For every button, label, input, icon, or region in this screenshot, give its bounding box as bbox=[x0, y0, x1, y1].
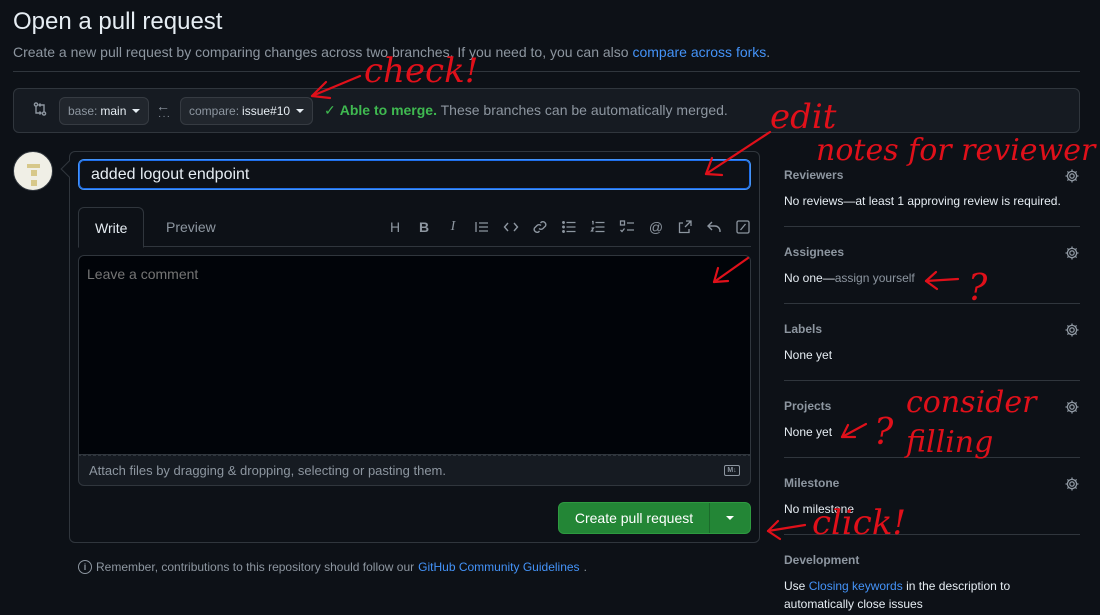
gear-icon[interactable] bbox=[1064, 476, 1080, 492]
code-icon[interactable] bbox=[503, 219, 519, 235]
tab-preview[interactable]: Preview bbox=[150, 207, 232, 247]
assignees-heading[interactable]: Assignees bbox=[784, 245, 844, 259]
development-heading: Development bbox=[784, 553, 860, 567]
community-guidelines-link[interactable]: GitHub Community Guidelines bbox=[418, 560, 579, 574]
cross-reference-icon[interactable] bbox=[677, 219, 693, 235]
remember-end: . bbox=[583, 560, 587, 574]
compare-across-forks-link[interactable]: compare across forks bbox=[632, 44, 766, 60]
community-guidelines-note: i Remember, contributions to this reposi… bbox=[78, 560, 587, 574]
compare-label: compare: bbox=[189, 104, 240, 118]
markdown-toolbar: H B I @ bbox=[387, 217, 751, 237]
bold-icon[interactable]: B bbox=[416, 219, 432, 235]
merge-status-ok: Able to merge. bbox=[339, 102, 437, 118]
development-prefix: Use bbox=[784, 579, 806, 593]
heading-icon[interactable]: H bbox=[387, 219, 403, 235]
sidebar-section-reviewers: Reviewers No reviews—at least 1 approvin… bbox=[784, 150, 1080, 227]
labels-heading[interactable]: Labels bbox=[784, 322, 822, 336]
base-branch-select[interactable]: base: main bbox=[59, 97, 150, 125]
milestone-value: No milestone bbox=[784, 502, 855, 516]
reviewers-heading[interactable]: Reviewers bbox=[784, 168, 843, 182]
header-divider bbox=[13, 71, 1080, 72]
closing-keywords-link[interactable]: Closing keywords bbox=[809, 579, 903, 593]
attach-files-text: Attach files by dragging & dropping, sel… bbox=[89, 463, 446, 478]
tab-write[interactable]: Write bbox=[78, 207, 145, 248]
attach-files-area[interactable]: Attach files by dragging & dropping, sel… bbox=[78, 455, 751, 486]
chevron-down-icon bbox=[296, 109, 305, 113]
ordered-list-icon[interactable] bbox=[590, 219, 606, 235]
check-icon: ✓ bbox=[324, 102, 336, 118]
link-icon[interactable] bbox=[532, 219, 548, 235]
avatar[interactable] bbox=[13, 151, 53, 191]
development-suffix: in the description to bbox=[906, 579, 1011, 593]
sidebar-section-projects: Projects None yet bbox=[784, 381, 1080, 458]
create-pull-request-button-group: Create pull request bbox=[558, 502, 751, 534]
subtitle-end: . bbox=[766, 44, 771, 60]
italic-icon[interactable]: I bbox=[445, 219, 461, 235]
base-value: main bbox=[100, 104, 127, 118]
pr-title-input[interactable] bbox=[78, 159, 751, 190]
compare-bar: base: main ← ··· compare: issue#10 ✓ Able… bbox=[13, 88, 1080, 133]
editor-tabs: Write Preview H B I @ bbox=[78, 207, 751, 248]
gear-icon[interactable] bbox=[1064, 168, 1080, 184]
development-line2: automatically close issues bbox=[784, 597, 923, 611]
assign-yourself-link[interactable]: assign yourself bbox=[835, 271, 915, 285]
task-list-icon[interactable] bbox=[619, 219, 635, 235]
page-title: Open a pull request bbox=[13, 8, 223, 35]
quote-icon[interactable] bbox=[474, 219, 490, 235]
chevron-down-icon bbox=[726, 516, 734, 520]
comment-textarea[interactable] bbox=[78, 255, 751, 455]
reviewers-value: No reviews—at least 1 approving review i… bbox=[784, 194, 1061, 208]
sidebar-section-milestone: Milestone No milestone bbox=[784, 458, 1080, 535]
subtitle-text: Create a new pull request by comparing c… bbox=[13, 44, 629, 60]
reply-icon[interactable] bbox=[706, 219, 722, 235]
assignees-prefix: No one— bbox=[784, 271, 835, 285]
projects-value: None yet bbox=[784, 425, 833, 439]
base-label: base: bbox=[68, 104, 98, 118]
info-icon: i bbox=[78, 560, 92, 574]
git-compare-icon bbox=[32, 101, 48, 117]
slash-commands-icon[interactable] bbox=[735, 219, 751, 235]
create-options-dropdown[interactable] bbox=[710, 503, 750, 533]
page-subtitle: Create a new pull request by comparing c… bbox=[13, 44, 770, 60]
markdown-icon[interactable]: M↓ bbox=[724, 465, 740, 476]
chevron-down-icon bbox=[132, 109, 141, 113]
development-value: Use Closing keywords in the description … bbox=[784, 579, 1010, 593]
create-pull-request-button[interactable]: Create pull request bbox=[559, 503, 710, 533]
projects-heading[interactable]: Projects bbox=[784, 399, 831, 413]
compare-branch-select[interactable]: compare: issue#10 bbox=[180, 97, 314, 125]
sidebar-section-labels: Labels None yet bbox=[784, 304, 1080, 381]
assignees-value: No one—assign yourself bbox=[784, 271, 915, 285]
labels-value: None yet bbox=[784, 348, 833, 362]
merge-status-text: These branches can be automatically merg… bbox=[440, 102, 728, 118]
milestone-heading[interactable]: Milestone bbox=[784, 476, 839, 490]
sidebar-section-assignees: Assignees No one—assign yourself bbox=[784, 227, 1080, 304]
gear-icon[interactable] bbox=[1064, 399, 1080, 415]
remember-text: Remember, contributions to this reposito… bbox=[96, 560, 415, 574]
ellipsis-icon: ··· bbox=[158, 111, 171, 122]
gear-icon[interactable] bbox=[1064, 322, 1080, 338]
merge-status: ✓ Able to merge. These branches can be au… bbox=[324, 102, 728, 119]
unordered-list-icon[interactable] bbox=[561, 219, 577, 235]
gear-icon[interactable] bbox=[1064, 245, 1080, 261]
mention-icon[interactable]: @ bbox=[648, 219, 664, 235]
sidebar-section-development: Development Use Closing keywords in the … bbox=[784, 535, 1080, 615]
compare-value: issue#10 bbox=[242, 104, 291, 118]
